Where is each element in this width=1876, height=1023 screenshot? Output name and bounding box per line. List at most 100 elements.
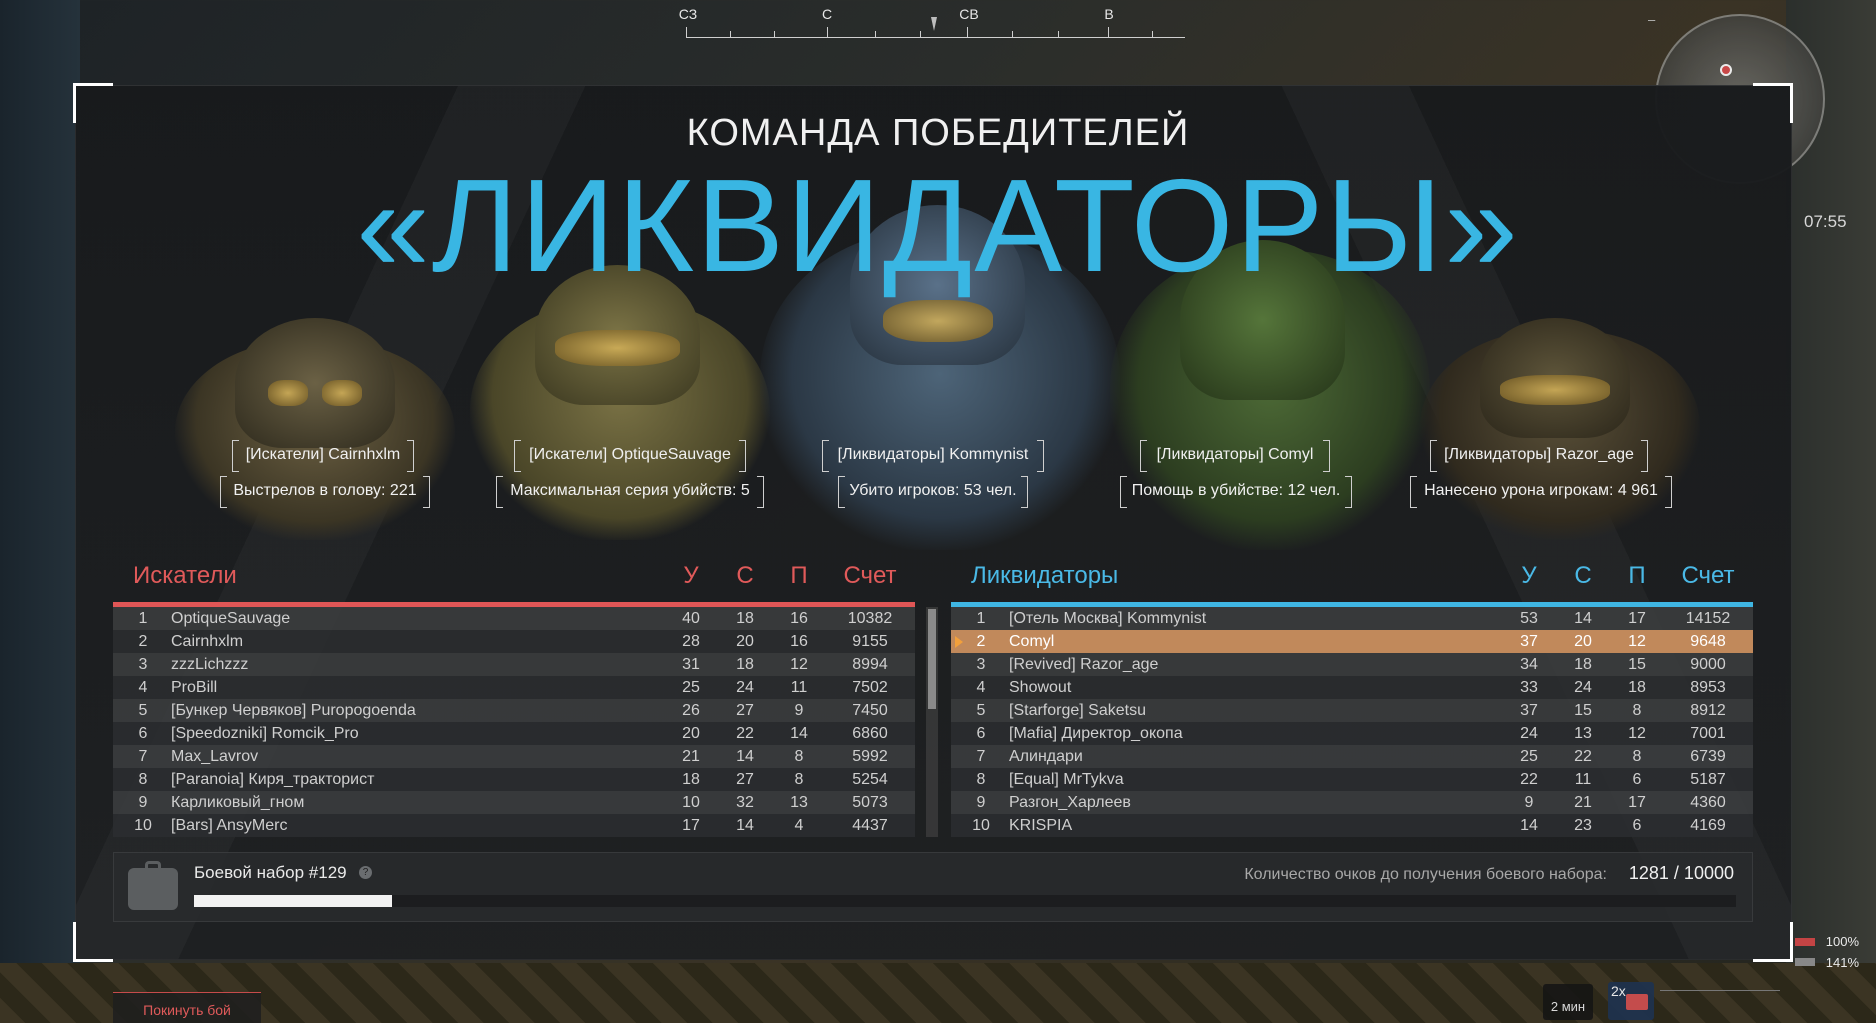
row-player-name: Алиндари (1009, 748, 1083, 765)
row-deaths: 20 (1574, 633, 1592, 650)
table-row[interactable]: 8 [Equal] MrTykva 22 11 6 5187 (951, 768, 1753, 791)
help-icon[interactable]: ? (359, 866, 372, 879)
row-assists: 6 (1632, 771, 1642, 788)
scoreboard-table-liquidators: 1 [Отель Москва] Kommynist 53 14 17 1415… (951, 607, 1753, 837)
panel-corner (73, 922, 113, 962)
table-row[interactable]: 9 Разгон_Харлеев 9 21 17 4360 (951, 791, 1753, 814)
row-score: 14152 (1685, 610, 1731, 627)
table-row[interactable]: 5 [Бункер Червяков] Puropogoenda 26 27 9… (113, 699, 915, 722)
row-rank: 7 (976, 748, 986, 765)
table-row[interactable]: 5 [Starforge] Saketsu 37 15 8 8912 (951, 699, 1753, 722)
row-score: 5254 (852, 771, 888, 788)
row-assists: 12 (1628, 725, 1646, 742)
row-deaths: 18 (736, 610, 754, 627)
row-rank: 3 (976, 656, 986, 673)
compass-tick (1012, 31, 1013, 37)
row-assists: 13 (790, 794, 808, 811)
minimize-button[interactable]: – (1648, 12, 1664, 28)
row-deaths: 24 (736, 679, 754, 696)
table-row[interactable]: 4 ProBill 25 24 11 7502 (113, 676, 915, 699)
highlight-player-5: [Ликвидаторы] Razor_age (1430, 440, 1648, 472)
row-rank: 4 (976, 679, 986, 696)
column-score: Счет (843, 562, 897, 589)
row-kills: 28 (682, 633, 700, 650)
row-rank: 9 (976, 794, 986, 811)
highlight-player-4: [Ликвидаторы] Comyl (1140, 440, 1330, 472)
highlight-stat-3: Убито игроков: 53 чел. (838, 476, 1028, 508)
table-row[interactable]: 1 [Отель Москва] Kommynist 53 14 17 1415… (951, 607, 1753, 630)
row-assists: 17 (1628, 610, 1646, 627)
row-assists: 12 (1628, 633, 1646, 650)
row-rank: 8 (138, 771, 148, 788)
row-kills: 31 (682, 656, 700, 673)
compass-tick (686, 27, 687, 37)
row-deaths: 27 (736, 702, 754, 719)
table-row[interactable]: 3 [Revived] Razor_age 34 18 15 9000 (951, 653, 1753, 676)
row-deaths: 11 (1574, 771, 1592, 788)
compass-line (686, 37, 1185, 38)
row-rank: 10 (972, 817, 990, 834)
row-score: 9000 (1690, 656, 1726, 673)
battle-pack-case-handle (145, 861, 161, 871)
row-kills: 14 (1520, 817, 1538, 834)
table-row-current-player[interactable]: 2 Comyl 37 20 12 9648 (951, 630, 1753, 653)
compass-label-ne: СВ (959, 6, 979, 22)
table-row[interactable]: 6 [Speedozniki] Romcik_Pro 20 22 14 6860 (113, 722, 915, 745)
row-assists: 16 (790, 610, 808, 627)
row-kills: 37 (1520, 702, 1538, 719)
table-row[interactable]: 7 Алиндари 25 22 8 6739 (951, 745, 1753, 768)
compass-tick (827, 27, 828, 37)
row-assists: 18 (1628, 679, 1646, 696)
row-score: 9155 (852, 633, 888, 650)
row-rank: 1 (976, 610, 986, 627)
row-player-name: Карликовый_гном (171, 794, 305, 811)
winner-subtitle: КОМАНДА ПОБЕДИТЕЛЕЙ (686, 112, 1190, 154)
compass-label-n: С (821, 6, 833, 22)
scoreboard-scrollbar[interactable] (926, 607, 938, 837)
row-player-name: OptiqueSauvage (171, 610, 291, 627)
highlight-stat-4: Помощь в убийстве: 12 чел. (1120, 476, 1352, 508)
medkit-icon (1626, 994, 1648, 1010)
soldier-visor (322, 380, 362, 406)
row-score: 7450 (852, 702, 888, 719)
battle-pack-title: Боевой набор #129 (194, 863, 347, 882)
row-deaths: 22 (736, 725, 754, 742)
table-row[interactable]: 2 Cairnhxlm 28 20 16 9155 (113, 630, 915, 653)
table-row[interactable]: 6 [Mafia] Директор_окопа 24 13 12 7001 (951, 722, 1753, 745)
row-deaths: 18 (736, 656, 754, 673)
row-rank: 5 (976, 702, 986, 719)
table-row[interactable]: 1 OptiqueSauvage 40 18 16 10382 (113, 607, 915, 630)
row-deaths: 32 (736, 794, 754, 811)
highlight-player-2: [Искатели] OptiqueSauvage (514, 440, 746, 472)
row-kills: 26 (682, 702, 700, 719)
scrollbar-thumb[interactable] (928, 609, 936, 709)
team-name: Ликвидаторы (971, 562, 1119, 589)
table-row[interactable]: 4 Showout 33 24 18 8953 (951, 676, 1753, 699)
row-assists: 12 (790, 656, 808, 673)
row-deaths: 24 (1574, 679, 1592, 696)
row-kills: 20 (682, 725, 700, 742)
table-row[interactable]: 3 zzzLichzzz 31 18 12 8994 (113, 653, 915, 676)
soldier-visor (555, 330, 680, 366)
row-kills: 9 (1524, 794, 1534, 811)
leave-battle-button[interactable]: Покинуть бой (113, 992, 261, 1023)
table-row[interactable]: 9 Карликовый_гном 10 32 13 5073 (113, 791, 915, 814)
table-row[interactable]: 8 [Paranoia] Киря_тракторист 18 27 8 525… (113, 768, 915, 791)
panel-corner (1753, 922, 1793, 962)
row-player-name: [Bars] AnsyMerc (171, 817, 288, 834)
row-kills: 25 (682, 679, 700, 696)
table-row[interactable]: 7 Max_Lavrov 21 14 8 5992 (113, 745, 915, 768)
table-row[interactable]: 10 KRISPIA 14 23 6 4169 (951, 814, 1753, 837)
team-header-liquidators: Ликвидаторы У С П Счет (951, 556, 1753, 596)
row-score: 10382 (847, 610, 893, 627)
row-score: 4169 (1690, 817, 1726, 834)
row-rank: 8 (976, 771, 986, 788)
row-player-name: [Бункер Червяков] Puropogoenda (171, 702, 416, 719)
table-row[interactable]: 10 [Bars] AnsyMerc 17 14 4 4437 (113, 814, 915, 837)
battle-pack-progress-fill (194, 895, 392, 907)
row-assists: 9 (794, 702, 804, 719)
column-assists: П (790, 562, 808, 589)
minimap-player-marker-icon (1720, 64, 1732, 76)
row-player-name: [Paranoia] Киря_тракторист (171, 771, 375, 788)
highlight-stat-5: Нанесено урона игрокам: 4 961 (1410, 476, 1672, 508)
